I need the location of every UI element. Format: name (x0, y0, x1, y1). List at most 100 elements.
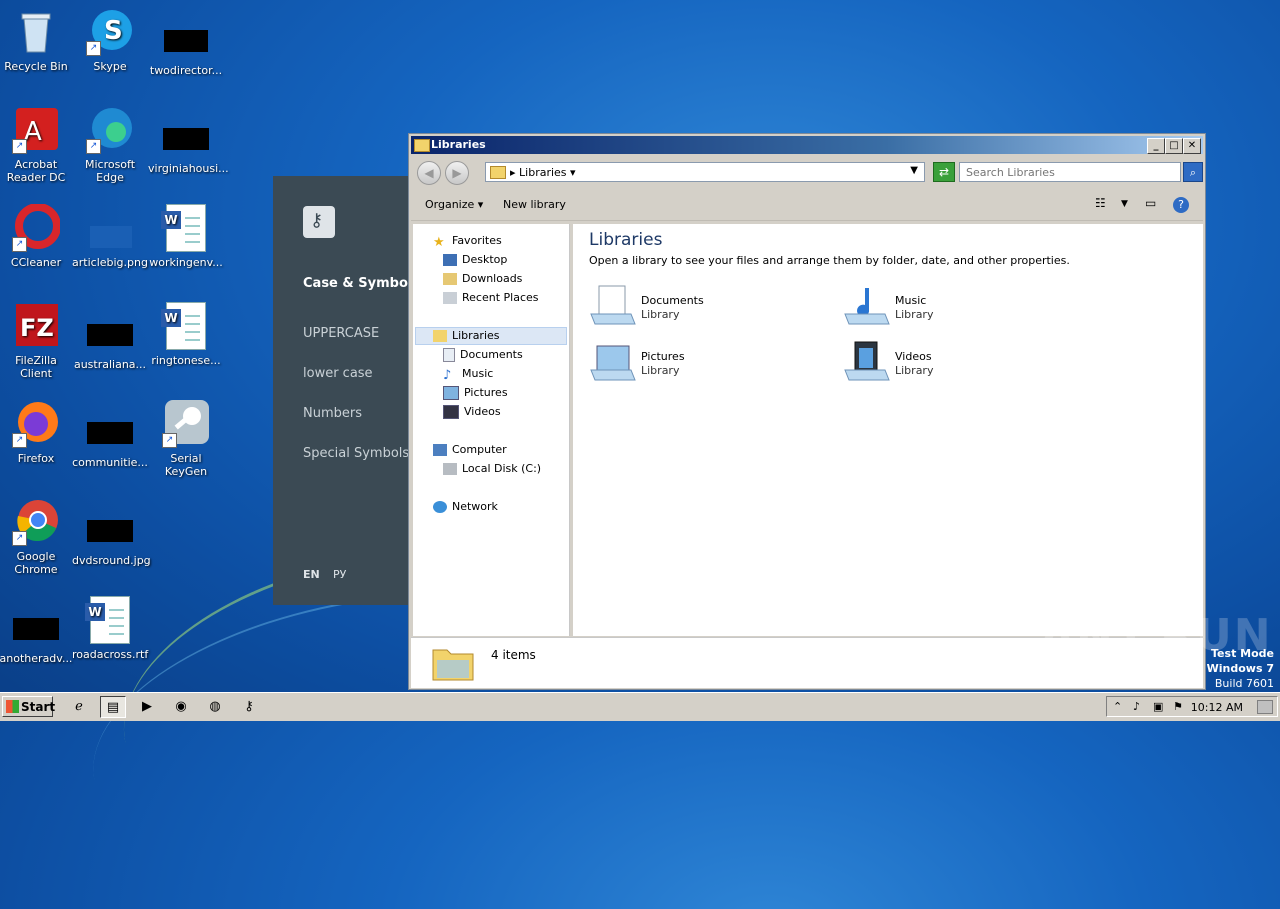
libraries-icon (490, 166, 506, 179)
library-videos[interactable]: Videos Library (843, 340, 1063, 390)
nav-item-computer[interactable]: Computer (433, 443, 507, 456)
navigation-pane: ★ Favorites Desktop Downloads Recent Plac… (413, 224, 570, 636)
maximize-button[interactable]: □ (1165, 138, 1183, 154)
refresh-button[interactable]: ⇄ (933, 162, 955, 182)
desktop-icon-file[interactable]: W roadacross.rtf (72, 596, 148, 661)
nav-item-pictures[interactable]: Pictures (443, 386, 508, 400)
nav-item-favorites[interactable]: ★ Favorites (433, 234, 502, 250)
desktop-icon-file[interactable]: W workingenv... (148, 204, 224, 269)
close-button[interactable]: ✕ (1183, 138, 1201, 154)
content-pane: Libraries Open a library to see your fil… (573, 224, 1203, 636)
nav-item-videos[interactable]: Videos (443, 405, 501, 419)
desktop-icon-label: FileZilla Client (15, 354, 57, 380)
nav-item-documents[interactable]: Documents (443, 348, 523, 362)
view-options-icon[interactable]: ☷ (1095, 196, 1106, 210)
new-library-button[interactable]: New library (503, 198, 566, 211)
back-button[interactable]: ◀ (417, 161, 441, 185)
music-icon: ♪ (443, 368, 452, 383)
desktop-icon-firefox[interactable]: ↗ Firefox (0, 400, 74, 465)
menu-item-numbers[interactable]: Numbers (303, 406, 362, 421)
nav-item-network[interactable]: Network (433, 500, 498, 513)
library-music[interactable]: Music Library (843, 284, 1063, 334)
desktop-icon-file[interactable]: W ringtonese... (148, 302, 224, 367)
word-doc-icon: W (85, 596, 134, 644)
chevron-down-icon[interactable]: ▼ (1121, 199, 1128, 209)
nav-item-desktop[interactable]: Desktop (443, 253, 507, 266)
search-icon[interactable]: ⌕ (1183, 162, 1203, 182)
desktop-icon-label: Google Chrome (14, 550, 58, 576)
shortcut-arrow-icon: ↗ (86, 41, 101, 56)
desktop-icon-label: virginiahousi... (148, 162, 229, 175)
nav-item-music[interactable]: ♪ Music (443, 367, 493, 383)
desktop-icon-file[interactable]: dvdsround.jpg (72, 498, 151, 567)
libraries-folder-icon (432, 649, 474, 681)
media-player-icon[interactable]: ▶ (134, 696, 160, 718)
shortcut-arrow-icon: ↗ (12, 139, 27, 154)
chrome-taskbar-icon[interactable]: ◉ (168, 696, 194, 718)
preview-pane-icon[interactable]: ▭ (1145, 196, 1156, 210)
start-button[interactable]: Start (2, 696, 55, 717)
nav-item-recent-places[interactable]: Recent Places (443, 291, 539, 304)
volume-icon[interactable]: ♪ (1133, 700, 1140, 713)
library-documents[interactable]: Documents Library (589, 284, 809, 334)
help-icon[interactable]: ? (1173, 197, 1189, 213)
menu-item-lowercase[interactable]: lower case (303, 366, 373, 381)
acrobat-icon: A ↗ (12, 106, 60, 154)
documents-icon (443, 348, 455, 362)
videos-icon (443, 405, 459, 419)
redacted-file-icon (164, 30, 208, 52)
show-hidden-icons-icon[interactable]: ⌃ (1113, 700, 1122, 713)
library-pictures[interactable]: Pictures Library (589, 340, 809, 390)
menu-item-uppercase[interactable]: UPPERCASE (303, 326, 379, 341)
organize-button[interactable]: Organize ▾ (425, 198, 483, 211)
desktop-icon-label: Skype (93, 60, 127, 73)
desktop-icon-filezilla[interactable]: FZ FileZilla Client (0, 302, 74, 380)
ie-icon[interactable]: ℯ (66, 696, 92, 718)
desktop-icon-file[interactable]: virginiahousi... (148, 106, 229, 175)
nav-item-libraries[interactable]: Libraries (433, 329, 500, 342)
system-tray: ⌃ ♪ ▣ ⚑ 10:12 AM (1106, 696, 1278, 717)
action-center-flag-icon[interactable]: ⚑ (1173, 700, 1183, 713)
minimize-button[interactable]: _ (1147, 138, 1165, 154)
nav-item-downloads[interactable]: Downloads (443, 272, 522, 285)
edge-icon: ↗ (86, 106, 134, 154)
nav-item-local-disk[interactable]: Local Disk (C:) (443, 462, 541, 475)
forward-button[interactable]: ▶ (445, 161, 469, 185)
explorer-taskbar-icon[interactable]: ▤ (100, 696, 126, 718)
address-bar[interactable]: ▸ Libraries ▾ ▼ (485, 162, 925, 182)
shortcut-arrow-icon: ↗ (12, 237, 27, 252)
breadcrumb[interactable]: ▸ Libraries ▾ (510, 166, 576, 179)
desktop-icon-label: anotheradv... (0, 652, 73, 665)
desktop-icon-file[interactable]: twodirector... (148, 8, 224, 77)
search-input[interactable] (959, 162, 1181, 182)
redacted-file-icon (87, 520, 133, 542)
desktop-icon-skype[interactable]: S ↗ Skype (72, 8, 148, 73)
page-title: Libraries (589, 230, 663, 250)
edge-taskbar-icon[interactable]: ◍ (202, 696, 228, 718)
title-bar[interactable]: Libraries _ □ ✕ (411, 136, 1203, 154)
clock[interactable]: 10:12 AM (1191, 701, 1243, 714)
show-desktop-button[interactable] (1257, 700, 1273, 714)
desktop-icon-file[interactable]: anotheradv... (0, 596, 74, 665)
lang-ru-button[interactable]: РУ (333, 568, 346, 581)
desktop-icon-acrobat[interactable]: A ↗ Acrobat Reader DC (0, 106, 74, 184)
desktop-icon-file[interactable]: articlebig.png (72, 204, 148, 269)
desktop-icon-label: ringtonese... (151, 354, 221, 367)
desktop-icon-file[interactable]: australiana... (72, 302, 148, 371)
keygen-taskbar-icon[interactable]: ⚷ (236, 696, 262, 718)
menu-item-special-symbols[interactable]: Special Symbols (303, 446, 409, 461)
computer-icon (433, 444, 447, 456)
desktop-icon-label: Microsoft Edge (84, 158, 136, 184)
shortcut-arrow-icon: ↗ (162, 433, 177, 448)
libraries-icon (433, 330, 447, 342)
network-tray-icon[interactable]: ▣ (1153, 700, 1163, 713)
desktop-icon-recycle-bin[interactable]: Recycle Bin (0, 8, 74, 73)
desktop-icon-edge[interactable]: ↗ Microsoft Edge (72, 106, 148, 184)
desktop-icon-chrome[interactable]: ↗ Google Chrome (0, 498, 74, 576)
chevron-down-icon[interactable]: ▼ (910, 165, 918, 176)
lang-en-button[interactable]: EN (303, 568, 320, 581)
desktop-icon-serial-keygen[interactable]: ↗ Serial KeyGen (148, 400, 224, 478)
desktop-icon-ccleaner[interactable]: ↗ CCleaner (0, 203, 74, 269)
test-mode-label: Test Mode Windows 7 Build 7601 (1206, 647, 1274, 690)
desktop-icon-file[interactable]: communitie... (72, 400, 148, 469)
